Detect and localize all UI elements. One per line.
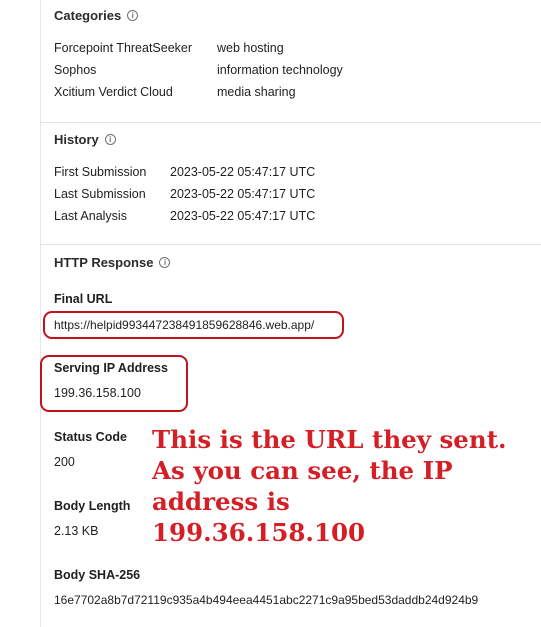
final-url-link[interactable]: https://helpid993447238491859628846.web.… (54, 318, 314, 332)
info-icon[interactable]: i (127, 10, 139, 21)
body-sha-label: Body SHA-256 (54, 568, 141, 582)
final-url-label: Final URL (54, 292, 113, 306)
annotation-line: As you can see, the IP (152, 456, 453, 485)
history-header: History i (54, 132, 116, 147)
category-vendor: Xcitium Verdict Cloud (54, 85, 173, 99)
category-vendor: Forcepoint ThreatSeeker (54, 41, 193, 55)
history-label: Last Submission (54, 187, 146, 201)
history-label: Last Analysis (54, 209, 127, 223)
category-vendor: Sophos (54, 63, 97, 77)
http-response-header: HTTP Response i (54, 255, 171, 270)
annotation-line: address is (152, 487, 290, 516)
categories-title: Categories (54, 8, 122, 23)
status-code-value: 200 (54, 455, 75, 469)
annotation-text: This is the URL they sent. As you can se… (152, 424, 537, 548)
body-length-label: Body Length (54, 499, 131, 513)
info-icon[interactable]: i (104, 134, 116, 145)
http-response-title: HTTP Response (54, 255, 154, 270)
history-value: 2023-05-22 05:47:17 UTC (170, 187, 316, 201)
section-divider (40, 122, 541, 123)
annotation-line: This is the URL they sent. (152, 425, 507, 454)
category-value: media sharing (217, 85, 296, 99)
status-code-label: Status Code (54, 430, 127, 444)
history-label: First Submission (54, 165, 147, 179)
body-length-value: 2.13 KB (54, 524, 99, 538)
serving-ip-value[interactable]: 199.36.158.100 (54, 386, 141, 400)
body-sha-value: 16e7702a8b7d72119c935a4b494eea4451abc227… (54, 593, 479, 607)
info-icon[interactable]: i (159, 257, 171, 268)
section-divider (40, 244, 541, 245)
serving-ip-label: Serving IP Address (54, 361, 168, 375)
annotation-line: 199.36.158.100 (152, 518, 366, 547)
history-value: 2023-05-22 05:47:17 UTC (170, 209, 316, 223)
category-value: web hosting (217, 41, 284, 55)
history-title: History (54, 132, 99, 147)
category-value: information technology (217, 63, 343, 77)
history-value: 2023-05-22 05:47:17 UTC (170, 165, 316, 179)
categories-header: Categories i (54, 8, 139, 23)
